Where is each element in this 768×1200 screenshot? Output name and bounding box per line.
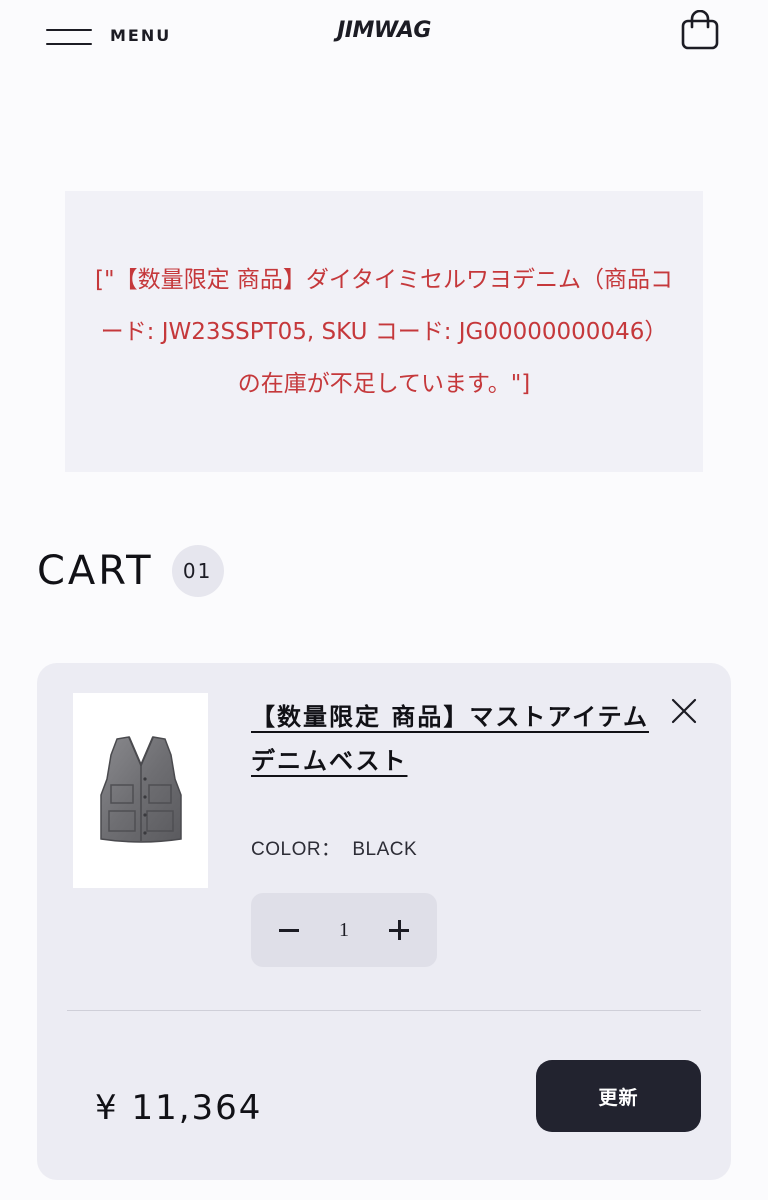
divider [67, 1010, 701, 1011]
stock-alert: ["【数量限定 商品】ダイタイミセルワヨデニム（商品コード: JW23SSPT0… [65, 191, 703, 472]
page-title: CART [37, 548, 154, 594]
shopping-bag-icon[interactable] [680, 9, 720, 50]
quantity-stepper [251, 893, 437, 967]
site-logo[interactable]: JIMWAG [0, 18, 768, 43]
cart-heading: CART 01 [37, 545, 224, 597]
color-info: COLOR： BLACK [251, 834, 417, 861]
color-label: COLOR： [251, 839, 341, 860]
update-button[interactable]: 更新 [536, 1060, 701, 1132]
alert-message: ["【数量限定 商品】ダイタイミセルワヨデニム（商品コード: JW23SSPT0… [95, 266, 673, 397]
cart-item-card: 【数量限定 商品】マストアイテムデニムベスト COLOR： BLACK ¥ 11… [37, 663, 731, 1180]
close-icon[interactable] [669, 696, 699, 726]
denim-vest-image [99, 735, 182, 843]
minus-icon[interactable] [277, 918, 301, 942]
item-price: ¥ 11,364 [95, 1088, 263, 1128]
color-value: BLACK [352, 839, 418, 860]
product-name-link[interactable]: 【数量限定 商品】マストアイテムデニムベスト [251, 695, 661, 783]
plus-icon[interactable] [387, 918, 411, 942]
quantity-input[interactable] [324, 918, 364, 942]
product-image[interactable] [73, 693, 208, 888]
cart-count-badge: 01 [171, 545, 224, 597]
